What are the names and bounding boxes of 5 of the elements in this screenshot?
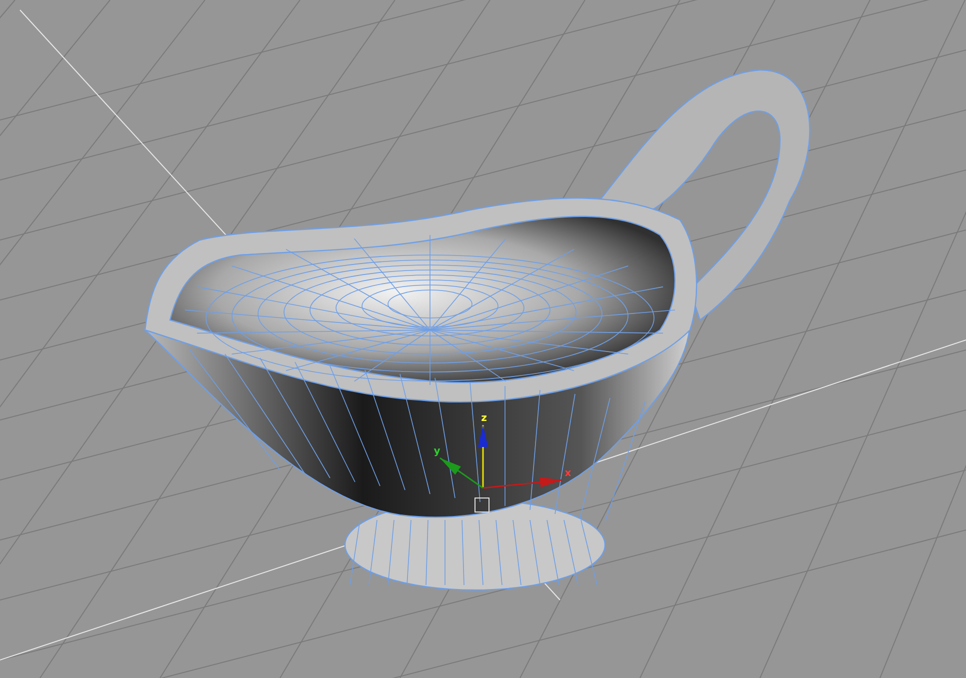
pivot-square-icon: [474, 498, 490, 512]
axis-label: z: [481, 413, 487, 424]
axis-arrow[interactable]: [478, 425, 488, 488]
axis-label: y: [434, 446, 440, 457]
axis-label: x: [564, 468, 572, 479]
